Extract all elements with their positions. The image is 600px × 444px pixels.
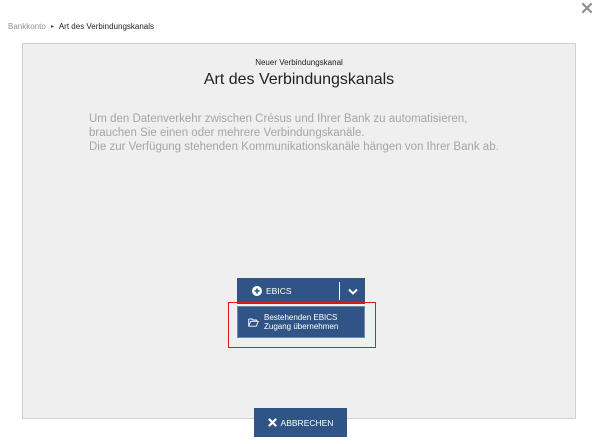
dialog-subtitle: Neuer Verbindungskanal bbox=[255, 58, 343, 67]
breadcrumb: Bankkonto ▸ Art des Verbindungskanals bbox=[8, 22, 154, 31]
ebics-button-group: EBICS bbox=[237, 278, 365, 304]
dialog-panel: Neuer Verbindungskanal Art des Verbindun… bbox=[22, 43, 576, 419]
breadcrumb-current: Art des Verbindungskanals bbox=[58, 22, 155, 31]
close-icon bbox=[267, 418, 277, 427]
dropdown-item-label-line: Zugang übernehmen bbox=[264, 322, 339, 331]
cancel-button-label: ABBRECHEN bbox=[280, 417, 334, 428]
dialog-title: Art des Verbindungskanals bbox=[203, 71, 395, 88]
description-line: brauchen Sie einen oder mehrere Verbindu… bbox=[89, 127, 365, 139]
description-line: Um den Datenverkehr zwischen Crésus und … bbox=[89, 113, 468, 125]
dialog-description: Um den Datenverkehr zwischen Crésus und … bbox=[89, 112, 519, 154]
ebics-dropdown-toggle[interactable] bbox=[341, 278, 365, 304]
description-line: Die zur Verfügung stehenden Kommunikatio… bbox=[89, 141, 499, 153]
cancel-button[interactable]: ABBRECHEN bbox=[254, 408, 347, 437]
app-root: Bankkonto ▸ Art des Verbindungskanals Ne… bbox=[0, 0, 600, 444]
plus-circle-icon bbox=[252, 286, 262, 296]
ebics-button-label: EBICS bbox=[266, 286, 292, 296]
dropdown-item-label-line: Bestehenden EBICS bbox=[264, 312, 338, 322]
chevron-down-icon bbox=[348, 282, 358, 300]
breadcrumb-parent[interactable]: Bankkonto bbox=[8, 22, 46, 31]
ebics-button[interactable]: EBICS bbox=[237, 278, 339, 304]
close-icon[interactable] bbox=[581, 2, 593, 14]
dropdown-item-label: Bestehenden EBICS Zugang übernehmen bbox=[264, 313, 338, 332]
folder-open-icon bbox=[248, 318, 259, 327]
breadcrumb-separator: ▸ bbox=[51, 24, 55, 30]
dropdown-item-import-ebics[interactable]: Bestehenden EBICS Zugang übernehmen bbox=[237, 306, 365, 338]
